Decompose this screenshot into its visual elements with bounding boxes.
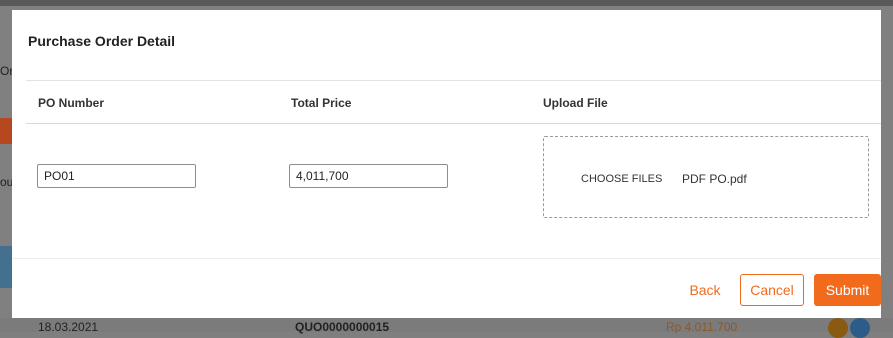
po-number-header: PO Number [38,96,105,110]
divider [12,258,881,259]
total-price-input[interactable] [289,164,448,188]
divider [26,123,881,124]
po-number-input[interactable] [37,164,196,188]
total-price-header: Total Price [291,96,352,110]
selected-file-name: PDF PO.pdf [682,172,747,186]
back-button[interactable]: Back [684,274,726,306]
cancel-button[interactable]: Cancel [740,274,804,306]
divider [26,80,881,81]
submit-button[interactable]: Submit [814,274,881,306]
file-drop-zone[interactable]: CHOOSE FILES PDF PO.pdf [543,136,869,218]
purchase-order-modal: Purchase Order Detail PO Number Total Pr… [12,10,881,318]
choose-files-button[interactable]: CHOOSE FILES [581,173,662,185]
background-orange-tab [0,118,12,144]
modal-title: Purchase Order Detail [28,33,176,49]
background-table-row [0,318,893,332]
document-icon [850,318,870,338]
info-icon [828,318,848,338]
background-blue-tab [0,246,12,288]
background-header-strip [0,0,893,6]
upload-file-header: Upload File [543,96,608,110]
